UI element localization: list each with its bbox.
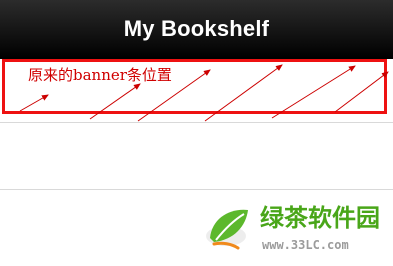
app-screen: My Bookshelf 原来的banner条位置 绿茶软件园 www.33LC…: [0, 0, 393, 266]
annotation-arrow: [271, 65, 356, 119]
banner-annotation-label: 原来的banner条位置: [28, 66, 172, 84]
annotation-arrow: [334, 71, 389, 113]
annotation-arrow: [19, 94, 49, 112]
leaf-logo-icon: [206, 209, 248, 250]
annotation-arrow: [89, 83, 141, 120]
list-divider: [0, 122, 393, 123]
list-divider: [0, 189, 393, 190]
watermark: 绿茶软件园 www.33LC.com: [200, 198, 393, 266]
watermark-site-name: 绿茶软件园: [260, 204, 380, 232]
watermark-url: www.33LC.com: [262, 238, 349, 252]
annotation-arrow: [204, 64, 283, 122]
